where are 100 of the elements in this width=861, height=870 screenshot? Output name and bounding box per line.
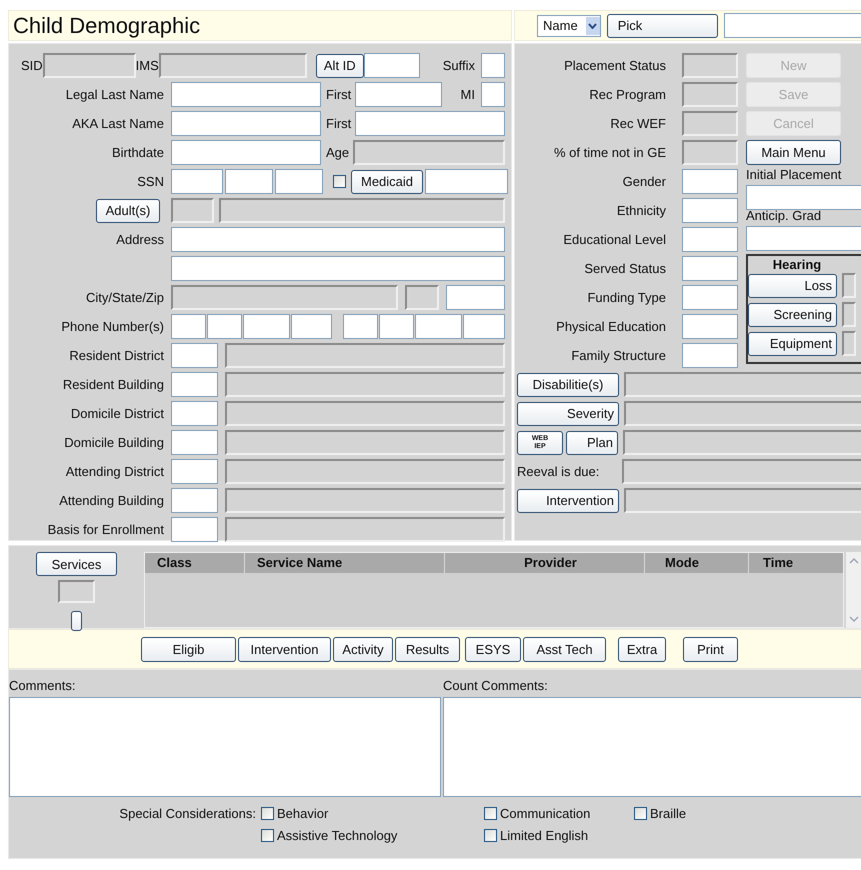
scroll-up-icon[interactable] (848, 556, 860, 566)
column-header[interactable]: Provider (445, 553, 645, 573)
description-field[interactable] (225, 488, 505, 513)
middle-initial-field[interactable] (481, 82, 505, 107)
status-field[interactable] (682, 285, 738, 310)
aka-last-name-field[interactable] (171, 111, 321, 136)
status-field[interactable] (682, 314, 738, 339)
status-field[interactable] (682, 198, 738, 223)
age-field[interactable] (353, 140, 505, 165)
lookup-field[interactable] (724, 13, 861, 38)
status-field[interactable] (682, 111, 738, 136)
toolbar-button[interactable]: Extra (618, 636, 666, 662)
plan-button[interactable]: Plan (566, 430, 618, 454)
phone-field[interactable] (207, 314, 242, 339)
medicaid-field[interactable] (425, 169, 508, 194)
address-field[interactable] (171, 227, 505, 252)
sid-field[interactable] (42, 53, 136, 78)
status-field[interactable] (682, 169, 738, 194)
zip-field[interactable] (446, 285, 505, 310)
adult-name-field[interactable] (219, 198, 505, 223)
ssn-field[interactable] (275, 169, 323, 194)
toolbar-button[interactable]: ESYS (465, 636, 521, 662)
hearing-button[interactable]: Equipment (748, 332, 837, 356)
lookup-select[interactable]: Name (537, 14, 601, 36)
birthdate-field[interactable] (171, 140, 321, 165)
phone-field[interactable] (379, 314, 414, 339)
checkbox[interactable] (484, 807, 497, 820)
column-header[interactable]: Service Name (245, 553, 445, 573)
adult-count-field[interactable] (171, 198, 214, 223)
phone-field[interactable] (463, 314, 505, 339)
alt-id-button[interactable]: Alt ID (316, 54, 364, 78)
ssn-field[interactable] (171, 169, 223, 194)
action-button[interactable]: Main Menu (746, 140, 841, 165)
status-field[interactable] (682, 82, 738, 107)
code-field[interactable] (171, 488, 218, 513)
severity-field[interactable] (624, 401, 861, 426)
hearing-field[interactable] (842, 302, 856, 327)
toolbar-button[interactable]: Intervention (238, 636, 331, 662)
toolbar-button[interactable]: Results (395, 636, 460, 662)
column-header[interactable]: Time (749, 553, 843, 573)
scrollbar[interactable] (846, 552, 861, 628)
code-field[interactable] (171, 517, 218, 542)
alt-id-field[interactable] (364, 53, 420, 78)
code-field[interactable] (171, 343, 218, 368)
checkbox[interactable] (261, 829, 274, 842)
ssn-field[interactable] (225, 169, 273, 194)
code-field[interactable] (171, 459, 218, 484)
status-field[interactable] (682, 256, 738, 281)
pick-button[interactable]: Pick (606, 14, 718, 38)
phone-field[interactable] (343, 314, 378, 339)
code-field[interactable] (171, 401, 218, 426)
description-field[interactable] (225, 343, 505, 368)
hearing-button[interactable]: Loss (748, 274, 837, 298)
ims-field[interactable] (158, 53, 307, 78)
plan-field[interactable] (623, 430, 861, 455)
hearing-button[interactable]: Screening (748, 302, 837, 326)
disabilities-button[interactable]: Disabilitie(s) (517, 372, 619, 396)
description-field[interactable] (225, 372, 505, 397)
toolbar-button[interactable]: Print (683, 636, 738, 662)
aka-first-name-field[interactable] (355, 111, 505, 136)
code-field[interactable] (171, 372, 218, 397)
services-count-field[interactable] (58, 580, 95, 603)
status-field[interactable] (682, 53, 738, 78)
state-field[interactable] (405, 285, 439, 310)
description-field[interactable] (225, 430, 505, 455)
phone-field[interactable] (171, 314, 206, 339)
last-name-field[interactable] (171, 82, 321, 107)
status-field[interactable] (682, 343, 738, 368)
adults-button[interactable]: Adult(s) (96, 198, 160, 222)
services-button[interactable]: Services (36, 552, 117, 576)
address-field[interactable] (171, 256, 505, 281)
intervention-field[interactable] (624, 488, 861, 513)
toolbar-button[interactable]: Activity (333, 636, 393, 662)
medicaid-button[interactable]: Medicaid (351, 170, 423, 194)
hearing-field[interactable] (842, 331, 856, 356)
phone-field[interactable] (291, 314, 332, 339)
checkbox[interactable] (634, 807, 647, 820)
code-field[interactable] (171, 430, 218, 455)
checkbox[interactable] (333, 175, 346, 188)
toolbar-button[interactable]: Eligib (141, 636, 236, 662)
scroll-down-icon[interactable] (848, 614, 860, 624)
disabilities-field[interactable] (624, 372, 861, 397)
status-field[interactable] (682, 140, 738, 165)
reeval-field[interactable] (622, 459, 861, 484)
comments-field[interactable] (9, 697, 441, 797)
hearing-field[interactable] (842, 273, 856, 298)
first-name-field[interactable] (355, 82, 442, 107)
anticipated-graduation-field[interactable] (746, 226, 861, 251)
column-header[interactable]: Mode (645, 553, 749, 573)
small-button[interactable] (71, 611, 82, 631)
description-field[interactable] (225, 459, 505, 484)
phone-field[interactable] (415, 314, 462, 339)
initial-placement-field[interactable] (746, 185, 861, 210)
checkbox[interactable] (261, 807, 274, 820)
checkbox[interactable] (484, 829, 497, 842)
column-header[interactable]: Class (145, 553, 245, 573)
phone-field[interactable] (243, 314, 290, 339)
description-field[interactable] (225, 401, 505, 426)
count-comments-field[interactable] (443, 697, 861, 797)
intervention-button[interactable]: Intervention (517, 488, 619, 512)
